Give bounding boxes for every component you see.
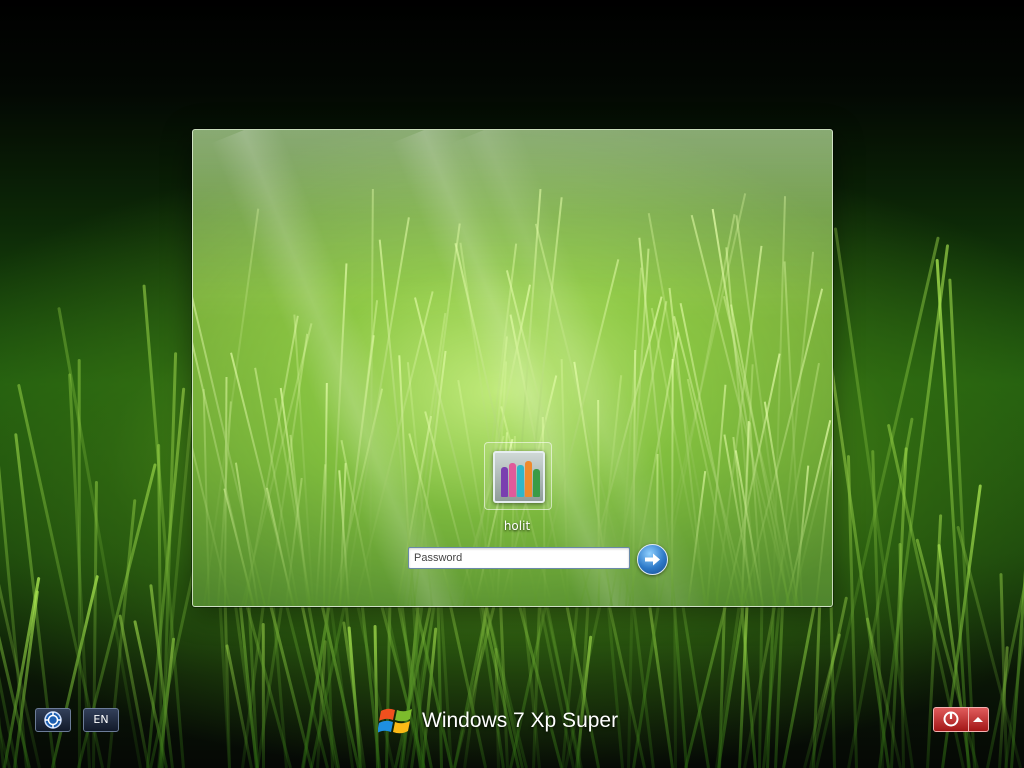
grass-blade	[877, 244, 949, 768]
grass-blade	[369, 189, 375, 606]
grass-blade	[1004, 287, 1024, 768]
login-panel: holit	[192, 129, 833, 607]
language-button[interactable]: EN	[83, 708, 119, 732]
shutdown-button[interactable]	[933, 707, 969, 732]
panel-grass-blades	[193, 130, 832, 606]
chevron-up-icon	[973, 717, 983, 722]
shutdown-options-button[interactable]	[969, 707, 989, 732]
branding-text: Windows 7 Xp Super	[422, 709, 619, 732]
grass-blade	[573, 361, 614, 606]
grass-blade	[671, 358, 674, 606]
submit-button[interactable]	[637, 544, 668, 575]
ease-of-access-button[interactable]	[35, 708, 71, 732]
branding: Windows 7 Xp Super	[378, 700, 618, 742]
grass-blade	[193, 379, 196, 606]
user-picture-crayons	[493, 451, 545, 503]
arrow-right-icon	[645, 553, 660, 566]
ease-of-access-icon	[44, 711, 62, 729]
windows-logo-icon	[378, 708, 412, 734]
username-label: holit	[503, 519, 531, 533]
password-input[interactable]	[408, 547, 630, 569]
grass-blade	[223, 376, 228, 606]
power-icon	[943, 711, 959, 727]
user-tile[interactable]	[484, 442, 552, 510]
grass-blade	[705, 384, 727, 606]
grass-blade	[118, 614, 150, 768]
